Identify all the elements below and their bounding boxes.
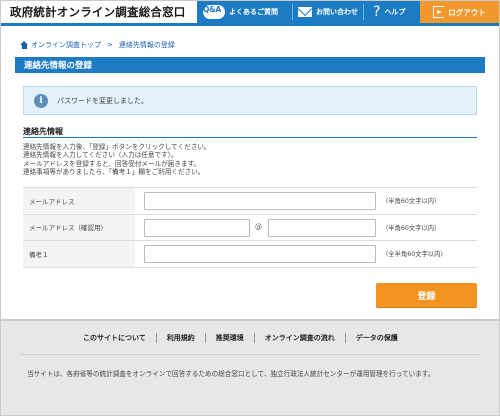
nav-faq-label: よくあるご質問 — [229, 8, 278, 16]
header-divider — [1, 23, 499, 26]
footer-divider — [1, 319, 499, 321]
nav-faq[interactable]: Q&A よくあるご質問 — [203, 1, 278, 23]
footer-note: 当サイトは、各府省等の統計調査をオンラインで回答するための総合窓口として、独立行… — [27, 370, 435, 378]
breadcrumb: オンライン調査トップ > 連絡先情報の登録 — [20, 40, 175, 50]
breadcrumb-current: 連絡先情報の登録 — [118, 41, 175, 49]
logout-label: ログアウト — [448, 7, 486, 17]
info-icon: i — [34, 93, 48, 108]
remarks-label: 備考１ — [23, 241, 135, 267]
email-confirm-note: （半角60文字以内） — [382, 224, 441, 232]
email-confirm-label: メールアドレス（確認用） — [23, 214, 135, 240]
qa-icon: Q&A — [203, 5, 225, 19]
footer-link-data-protection[interactable]: データの保護 — [346, 333, 408, 343]
instruction-line: 連絡先情報を入力してください（入力は任意です）。 — [23, 151, 178, 160]
email-note: （半角60文字以内） — [382, 198, 441, 206]
footer-link-terms[interactable]: 利用規約 — [157, 333, 205, 343]
form-row-email-confirm: メールアドレス（確認用） @ （半角60文字以内） — [23, 214, 477, 241]
section-divider — [23, 137, 477, 138]
logout-icon — [433, 6, 445, 18]
at-sign: @ — [255, 223, 262, 232]
footer-rule — [21, 354, 479, 355]
instruction-line: メールアドレスを登録すると、回答受付メールが届きます。 — [23, 159, 201, 168]
page-title: 連絡先情報の登録 — [15, 57, 485, 73]
footer-link-about[interactable]: このサイトについて — [73, 333, 156, 343]
email-label: メールアドレス — [23, 188, 135, 214]
instruction-line: 連絡事項等がありましたら、「備考１」欄をご利用ください。 — [23, 167, 205, 176]
nav-contact-label: お問い合わせ — [316, 8, 358, 16]
breadcrumb-home-link[interactable]: オンライン調査トップ — [31, 40, 101, 50]
nav-divider — [363, 4, 364, 20]
help-icon: ? — [373, 4, 381, 20]
remarks-field[interactable] — [144, 245, 376, 263]
footer: このサイトについて 利用規約 推奨環境 オンライン調査の流れ データの保護 当サ… — [1, 319, 499, 415]
footer-link-flow[interactable]: オンライン調査の流れ — [255, 333, 345, 343]
breadcrumb-separator: > — [107, 41, 113, 49]
home-icon — [20, 41, 28, 49]
instructions: 連絡先情報を入力後、「登録」ボタンをクリックしてください。 連絡先情報を入力して… — [23, 143, 211, 176]
form-row-email: メールアドレス （半角60文字以内） — [23, 188, 477, 215]
nav-help[interactable]: ? ヘルプ — [373, 1, 405, 23]
logout-button[interactable]: ログアウト — [420, 1, 499, 23]
remarks-note: （全半角60文字以内） — [382, 251, 447, 259]
header-nav: Q&A よくあるご質問 お問い合わせ ? ヘルプ — [197, 1, 420, 23]
info-message-box: i パスワードを変更しました。 — [23, 86, 477, 115]
email-confirm-local-field[interactable] — [144, 218, 250, 237]
contact-form: メールアドレス （半角60文字以内） メールアドレス（確認用） @ （半角60文… — [23, 187, 477, 268]
register-button[interactable]: 登録 — [376, 283, 477, 307]
site-header: 政府統計オンライン調査総合窓口 Q&A よくあるご質問 お問い合わせ ? ヘルプ… — [1, 1, 499, 23]
info-message: パスワードを変更しました。 — [57, 96, 148, 105]
email-confirm-domain-field[interactable] — [268, 218, 376, 237]
site-title[interactable]: 政府統計オンライン調査総合窓口 — [10, 4, 186, 20]
nav-contact[interactable]: お問い合わせ — [298, 1, 358, 23]
form-row-remarks: 備考１ （全半角60文字以内） — [23, 241, 477, 268]
mail-icon — [298, 7, 312, 17]
nav-divider — [292, 4, 293, 20]
email-field[interactable] — [144, 192, 376, 210]
nav-help-label: ヘルプ — [384, 8, 406, 16]
section-title: 連絡先情報 — [23, 127, 63, 136]
footer-link-environment[interactable]: 推奨環境 — [206, 333, 254, 343]
footer-links: このサイトについて 利用規約 推奨環境 オンライン調査の流れ データの保護 — [73, 333, 408, 343]
